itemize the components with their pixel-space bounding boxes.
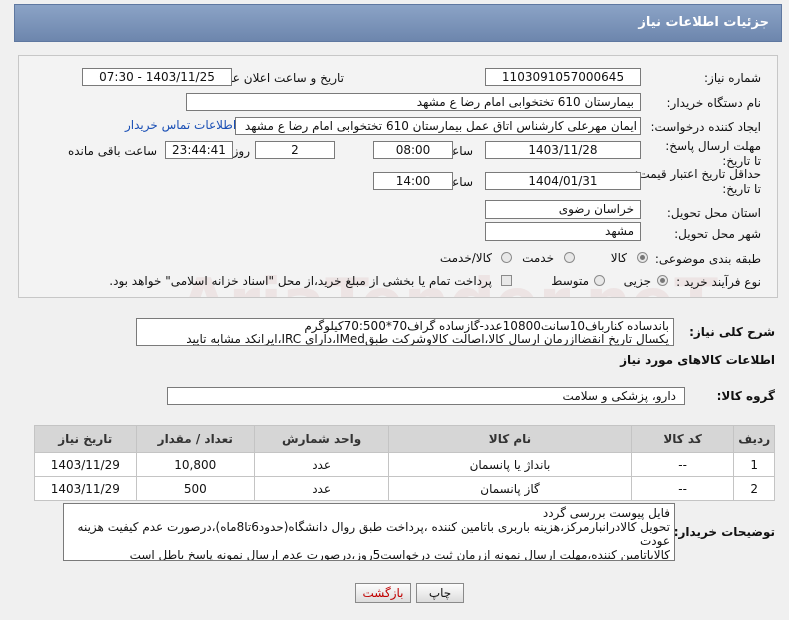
cell-code: -- xyxy=(630,476,735,501)
buyer-notes-line-1: فایل پیوست بررسی گردد xyxy=(542,506,670,520)
city-label: شهر محل تحویل: xyxy=(674,227,761,241)
treasury-payment-checkbox[interactable] xyxy=(501,275,512,286)
col-header-unit: واحد شمارش xyxy=(253,425,390,453)
goods-group-label: گروه کالا: xyxy=(716,389,775,403)
col-header-row: ردیف xyxy=(733,425,775,453)
description-box: باندساده کنارباف10سانت10800عدد-گازساده گ… xyxy=(136,318,674,346)
cell-row: 2 xyxy=(733,476,775,501)
creator-field: ایمان مهرعلی کارشناس اتاق عمل بیمارستان … xyxy=(235,117,641,135)
deadline-date-field: 1403/11/28 xyxy=(485,141,641,159)
description-line-2: یکسال تاریخ انقضاازرمان ارسال کالا،اصالت… xyxy=(186,332,669,346)
validity-time-field: 14:00 xyxy=(373,172,453,190)
province-field: خراسان رضوی xyxy=(485,200,641,219)
items-table-header: ردیف کد کالا نام کالا واحد شمارش تعداد /… xyxy=(34,425,775,453)
buyer-label: نام دستگاه خریدار: xyxy=(666,96,762,110)
col-header-name: نام کالا xyxy=(388,425,632,453)
cell-qty: 10,800 xyxy=(135,452,256,477)
process-note: پرداخت تمام یا بخشی از مبلغ خرید،از محل … xyxy=(109,274,492,288)
validity-label: حداقل تاریخ اعتبار قیمت: تا تاریخ: xyxy=(634,167,761,196)
buyer-field: بیمارستان 610 تختخوابی امام رضا ع مشهد xyxy=(186,93,641,111)
cell-unit: عدد xyxy=(253,476,390,501)
category-radio-service[interactable] xyxy=(564,252,575,263)
category-label: طبقه بندی موضوعی: xyxy=(654,252,761,266)
category-radio-goods-service[interactable] xyxy=(501,252,512,263)
col-header-qty: تعداد / مقدار xyxy=(135,425,256,453)
cell-date: 1403/11/29 xyxy=(34,452,137,477)
category-option-goods: کالا xyxy=(610,251,627,265)
remaining-label: ساعت باقی مانده xyxy=(67,144,157,158)
page-title: جزئیات اطلاعات نیاز xyxy=(638,15,769,30)
col-header-date: تاریخ نیاز xyxy=(34,425,137,453)
cell-name: بانداژ یا پانسمان xyxy=(388,452,632,477)
process-radio-medium[interactable] xyxy=(594,275,605,286)
back-button[interactable]: بازگشت xyxy=(355,583,411,603)
goods-group-field: دارو، پزشکی و سلامت xyxy=(167,387,685,405)
cell-code: -- xyxy=(630,452,735,477)
print-button[interactable]: چاپ xyxy=(416,583,464,603)
buyer-notes-box: فایل پیوست بررسی گردد تحویل کالادرانبارم… xyxy=(63,503,675,561)
col-header-code: کد کالا xyxy=(630,425,735,453)
buyer-notes-line-3: کالاباتامین کننده،مهلت ارسال نمونه ازرما… xyxy=(129,548,670,561)
description-label: شرح کلی نیاز: xyxy=(689,325,775,339)
table-row: 2 -- گاز پانسمان عدد 500 1403/11/29 xyxy=(34,476,775,501)
province-label: استان محل تحویل: xyxy=(666,206,761,220)
cell-name: گاز پانسمان xyxy=(388,476,632,501)
days-field: 2 xyxy=(255,141,335,159)
category-option-goods-service: کالا/خدمت xyxy=(439,251,492,265)
creator-label: ایجاد کننده درخواست: xyxy=(650,120,761,134)
validity-date-field: 1404/01/31 xyxy=(485,172,641,190)
remaining-time-field: 23:44:41 xyxy=(165,141,233,159)
cell-qty: 500 xyxy=(135,476,256,501)
deadline-label: مهلت ارسال پاسخ: تا تاریخ: xyxy=(665,139,761,168)
need-number-label: شماره نیاز: xyxy=(704,71,761,85)
items-section-title: اطلاعات کالاهای مورد نیاز xyxy=(620,353,775,367)
page-title-bar: جزئیات اطلاعات نیاز xyxy=(14,4,782,42)
need-number-field: 1103091057000645 xyxy=(485,68,641,86)
process-option-medium: متوسط xyxy=(551,274,589,288)
deadline-time-field: 08:00 xyxy=(373,141,453,159)
category-option-service: خدمت xyxy=(522,251,554,265)
buyer-notes-line-2: تحویل کالادرانبارمرکز،هزینه باربری باتام… xyxy=(77,520,670,548)
items-table: ردیف کد کالا نام کالا واحد شمارش تعداد /… xyxy=(34,425,775,501)
need-info-panel: AriaTender.neT شماره نیاز: 1103091057000… xyxy=(18,55,778,298)
process-label: نوع فرآیند خرید : xyxy=(676,275,761,289)
cell-date: 1403/11/29 xyxy=(34,476,137,501)
process-option-minor: جزیی xyxy=(623,274,651,288)
cell-row: 1 xyxy=(733,452,775,477)
buyer-notes-label: توضیحات خریدار: xyxy=(673,525,775,539)
category-radio-goods[interactable] xyxy=(637,252,648,263)
contact-info-link[interactable]: اطلاعات تماس خریدار xyxy=(125,118,236,132)
table-row: 1 -- بانداژ یا پانسمان عدد 10,800 1403/1… xyxy=(34,452,775,477)
announce-field: 1403/11/25 - 07:30 xyxy=(82,68,232,86)
city-field: مشهد xyxy=(485,222,641,241)
cell-unit: عدد xyxy=(253,452,390,477)
process-radio-minor[interactable] xyxy=(657,275,668,286)
